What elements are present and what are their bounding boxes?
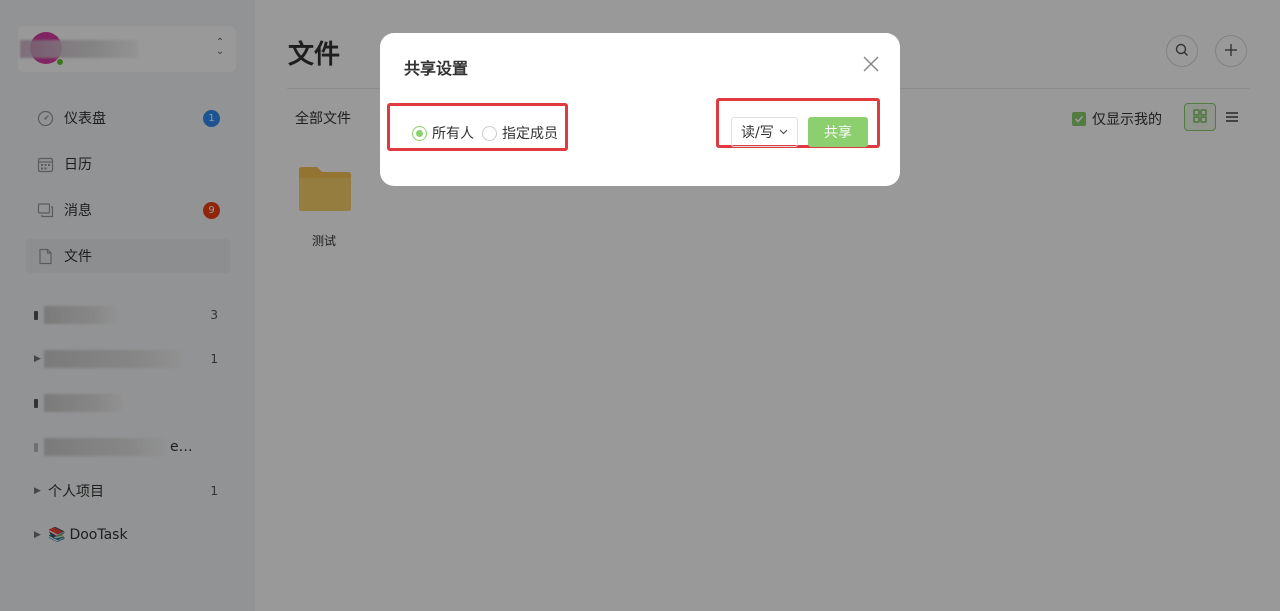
- radio-everyone[interactable]: [412, 125, 427, 141]
- share-settings-modal: 共享设置 所有人 指定成员 读/写 共享: [380, 33, 900, 186]
- radio-everyone-label[interactable]: 所有人: [432, 123, 474, 143]
- permission-select[interactable]: 读/写: [731, 117, 798, 147]
- permission-value: 读/写: [741, 125, 774, 141]
- radio-specified-members-label[interactable]: 指定成员: [502, 123, 558, 143]
- radio-specified-members[interactable]: [482, 125, 497, 141]
- share-scope-radio-group: 所有人 指定成员: [412, 123, 566, 143]
- share-button[interactable]: 共享: [808, 117, 868, 147]
- modal-title: 共享设置: [404, 59, 469, 78]
- close-icon: [862, 56, 880, 77]
- close-button[interactable]: [862, 55, 880, 73]
- chevron-down-icon: [779, 129, 788, 135]
